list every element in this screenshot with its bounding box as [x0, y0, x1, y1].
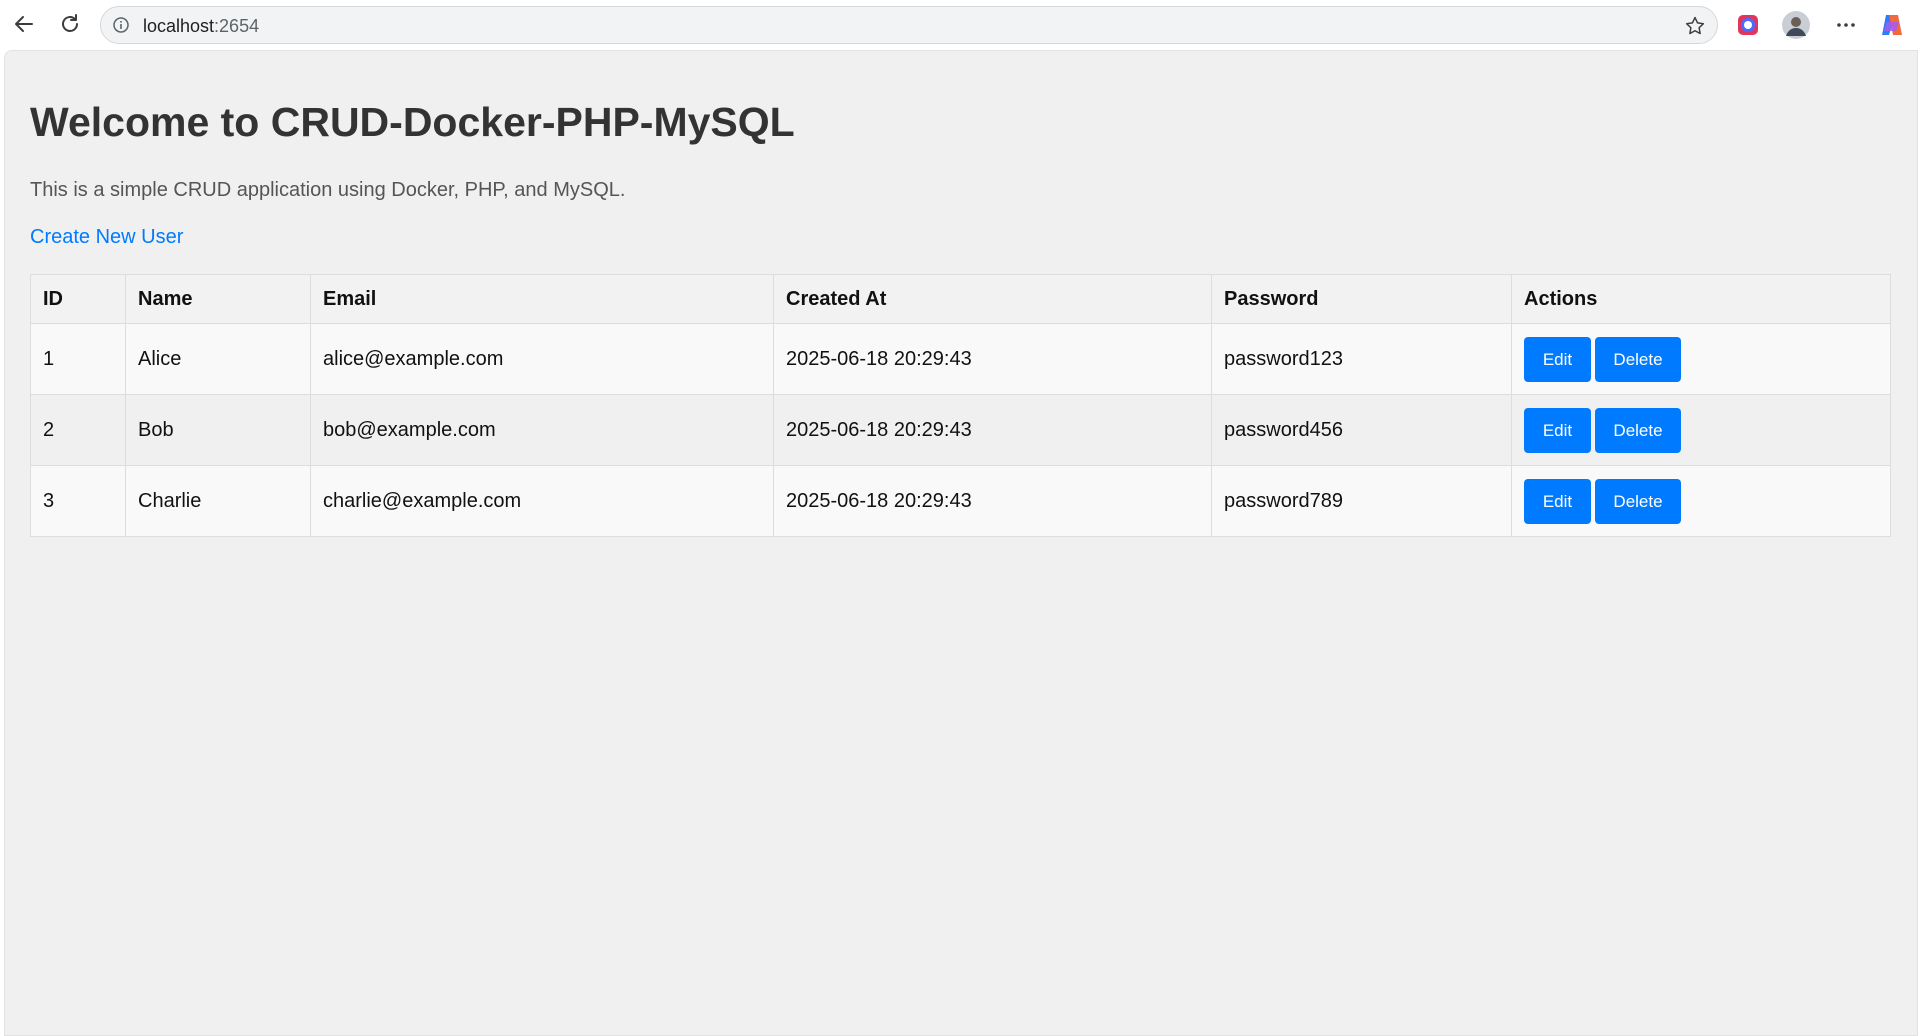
- avatar[interactable]: [1780, 9, 1812, 41]
- cell-name: Charlie: [125, 465, 311, 537]
- cell-id: 3: [30, 465, 126, 537]
- header-actions: Actions: [1511, 274, 1891, 324]
- browser-toolbar: localhost:2654: [0, 0, 1918, 50]
- table-row: 3 Charlie charlie@example.com 2025-06-18…: [30, 465, 1891, 537]
- cell-created-at: 2025-06-18 20:29:43: [773, 394, 1212, 466]
- cell-name: Alice: [125, 323, 311, 395]
- table-row: 2 Bob bob@example.com 2025-06-18 20:29:4…: [30, 394, 1891, 466]
- table-header-row: ID Name Email Created At Password Action…: [30, 274, 1891, 324]
- cell-created-at: 2025-06-18 20:29:43: [773, 323, 1212, 395]
- header-password: Password: [1211, 274, 1512, 324]
- delete-button[interactable]: Delete: [1595, 336, 1681, 382]
- cell-id: 2: [30, 394, 126, 466]
- users-table: ID Name Email Created At Password Action…: [30, 274, 1891, 537]
- table-row: 1 Alice alice@example.com 2025-06-18 20:…: [30, 323, 1891, 395]
- header-created-at: Created At: [773, 274, 1212, 324]
- url-host: localhost: [143, 16, 215, 36]
- address-bar[interactable]: localhost:2654: [100, 6, 1718, 44]
- back-arrow-icon[interactable]: [6, 6, 42, 42]
- site-info-icon[interactable]: [111, 15, 131, 35]
- page-title: Welcome to CRUD-Docker-PHP-MySQL: [30, 99, 795, 145]
- cell-password: password456: [1211, 394, 1512, 466]
- cell-password: password123: [1211, 323, 1512, 395]
- edit-button[interactable]: Edit: [1524, 407, 1591, 453]
- cell-password: password789: [1211, 465, 1512, 537]
- header-name: Name: [125, 274, 311, 324]
- page-subtitle: This is a simple CRUD application using …: [30, 179, 626, 201]
- header-id: ID: [30, 274, 126, 324]
- edit-button[interactable]: Edit: [1524, 336, 1591, 382]
- copilot-icon[interactable]: [1876, 9, 1908, 41]
- page-viewport: Welcome to CRUD-Docker-PHP-MySQL This is…: [4, 50, 1918, 1036]
- cell-created-at: 2025-06-18 20:29:43: [773, 465, 1212, 537]
- delete-button[interactable]: Delete: [1595, 407, 1681, 453]
- cell-actions: Edit Delete: [1511, 465, 1891, 537]
- cell-actions: Edit Delete: [1511, 323, 1891, 395]
- star-icon[interactable]: [1683, 14, 1707, 38]
- extension-icon[interactable]: [1732, 9, 1764, 41]
- create-new-user-link[interactable]: Create New User: [30, 226, 183, 249]
- cell-email: alice@example.com: [310, 323, 774, 395]
- cell-email: charlie@example.com: [310, 465, 774, 537]
- cell-actions: Edit Delete: [1511, 394, 1891, 466]
- delete-button[interactable]: Delete: [1595, 478, 1681, 524]
- more-icon[interactable]: [1830, 9, 1862, 41]
- reload-icon[interactable]: [52, 6, 88, 42]
- edit-button[interactable]: Edit: [1524, 478, 1591, 524]
- cell-id: 1: [30, 323, 126, 395]
- url-port: :2654: [214, 16, 260, 36]
- url-text[interactable]: localhost:2654: [143, 16, 259, 37]
- cell-email: bob@example.com: [310, 394, 774, 466]
- header-email: Email: [310, 274, 774, 324]
- cell-name: Bob: [125, 394, 311, 466]
